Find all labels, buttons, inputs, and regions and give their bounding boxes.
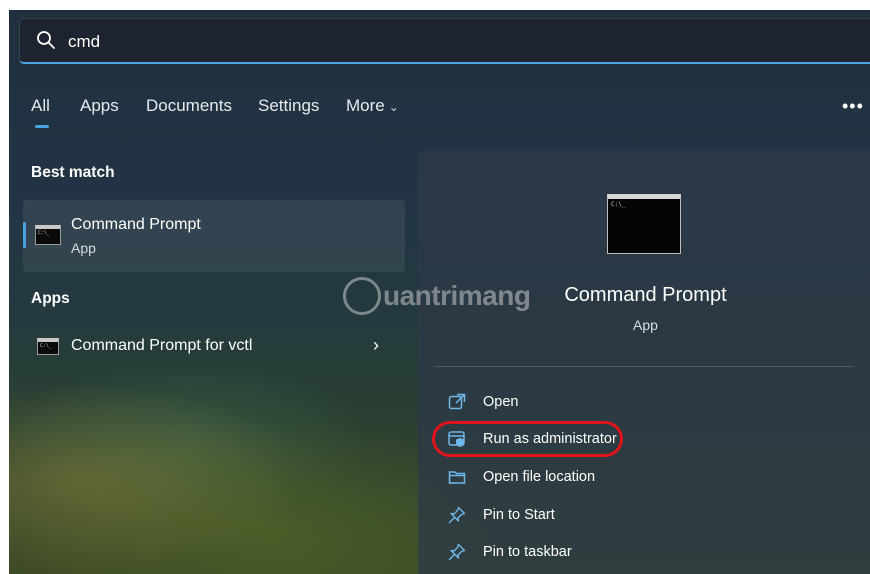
action-open-label: Open [483,394,519,410]
action-open[interactable]: Open [448,391,668,415]
watermark-logo-icon [343,277,381,315]
tab-more-label: More [346,96,385,115]
action-pin-to-start[interactable]: Pin to Start [448,504,668,528]
tab-settings[interactable]: Settings [258,96,319,116]
search-input[interactable]: cmd [68,32,100,52]
tab-documents[interactable]: Documents [146,96,232,116]
action-pin-to-start-label: Pin to Start [483,507,555,523]
tab-more[interactable]: More ⌄ [346,96,399,116]
best-match-heading: Best match [31,164,115,181]
app-result-title: Command Prompt for vctl [71,337,253,354]
chevron-right-icon[interactable]: › [373,335,379,356]
pin-icon [448,543,466,561]
best-match-item[interactable]: C:\_ Command Prompt App [23,200,405,272]
action-pin-to-taskbar[interactable]: Pin to taskbar [448,541,668,565]
chevron-down-icon: ⌄ [388,100,399,114]
search-icon [37,31,55,49]
apps-heading: Apps [31,290,70,307]
more-options-icon[interactable]: ••• [842,96,864,117]
action-open-file-location-label: Open file location [483,469,596,485]
annotation-highlight-ring [432,421,623,457]
tab-all[interactable]: All [31,96,50,116]
tab-selected-indicator [35,125,49,128]
command-prompt-icon: C:\_ [37,338,59,355]
details-subtitle: App [633,317,658,333]
best-match-subtitle: App [71,240,96,256]
tab-apps[interactable]: Apps [80,96,119,116]
search-box[interactable]: cmd [19,18,870,64]
details-pane: C:\_ Command Prompt App Open Run as admi… [418,150,870,574]
best-match-title: Command Prompt [71,216,201,233]
command-prompt-icon: C:\_ [35,225,61,245]
command-prompt-large-icon: C:\_ [607,194,681,254]
watermark-text: uantrimang [383,280,531,311]
open-external-icon [448,393,466,410]
selection-indicator [23,222,26,248]
divider [435,366,853,367]
app-result-item[interactable]: C:\_ Command Prompt for vctl [23,330,405,366]
start-search-panel: cmd All Apps Documents Settings More ⌄ ••… [9,10,870,574]
action-pin-to-taskbar-label: Pin to taskbar [483,544,572,560]
pin-icon [448,506,466,524]
folder-icon [448,471,466,484]
action-open-file-location[interactable]: Open file location [448,466,668,490]
